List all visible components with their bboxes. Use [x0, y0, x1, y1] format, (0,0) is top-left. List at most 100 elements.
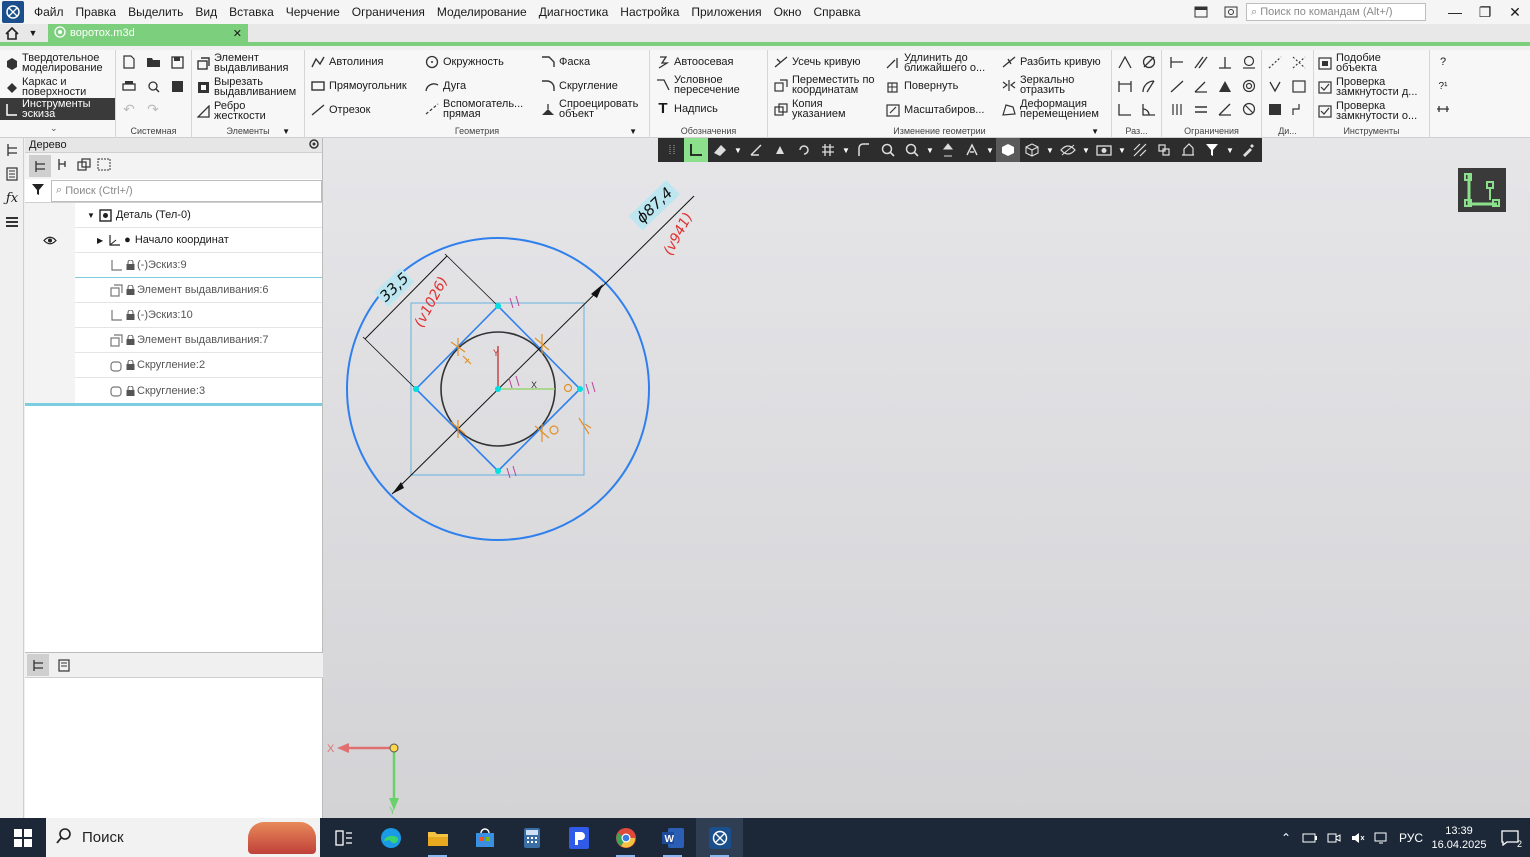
- task-view-icon[interactable]: [320, 818, 367, 857]
- vertex-point[interactable]: [495, 468, 501, 474]
- variable-icon[interactable]: [1266, 77, 1284, 95]
- tree-row-origin[interactable]: ▶ ● Начало координат: [25, 227, 322, 253]
- angle-constraint-icon[interactable]: [1192, 77, 1210, 95]
- deform-button[interactable]: Деформация перемещением: [1002, 99, 1108, 120]
- menu-window[interactable]: Окно: [768, 0, 808, 24]
- save-as-icon[interactable]: [168, 77, 186, 95]
- cut-extrude-button[interactable]: Вырезать выдавливанием: [196, 77, 300, 98]
- measure-icon[interactable]: [1434, 100, 1452, 118]
- tree-row-sketch9[interactable]: (-)Эскиз:9: [25, 252, 322, 278]
- diameter-dim-label[interactable]: ϕ87,4: [628, 180, 680, 231]
- menu-select[interactable]: Выделить: [122, 0, 189, 24]
- tree-row-sketch10[interactable]: (-)Эскиз:10: [25, 302, 322, 328]
- parallel-icon[interactable]: [1192, 53, 1210, 71]
- menu-insert[interactable]: Вставка: [223, 0, 280, 24]
- 3d-viewport[interactable]: ▼ ▼ ▼ ▼ ▼ ▼ ▼ ▼ Y X ϕ87,4 (v941) 33,5 (v…: [323, 138, 1530, 818]
- edge-browser-icon[interactable]: [367, 818, 414, 857]
- mode-sketch-tools-button[interactable]: Инструменты эскиза: [0, 98, 115, 120]
- file-explorer-icon[interactable]: [414, 818, 461, 857]
- app-logo-icon[interactable]: [2, 1, 24, 23]
- group-dropdown-icon[interactable]: ▼: [1091, 127, 1099, 136]
- rib-button[interactable]: Ребро жесткости: [196, 101, 274, 122]
- auto-axis-button[interactable]: Автоосевая: [656, 55, 734, 69]
- undo-icon[interactable]: ↶: [120, 100, 138, 118]
- menu-diagnostics[interactable]: Диагностика: [533, 0, 615, 24]
- notifications-icon[interactable]: 2: [1490, 818, 1530, 857]
- new-document-icon[interactable]: [120, 53, 138, 71]
- vertex-point[interactable]: [495, 303, 501, 309]
- tab-document[interactable]: воротох.m3d ✕: [48, 24, 248, 42]
- command-search-input[interactable]: ⌕ Поиск по командам (Alt+/): [1246, 3, 1426, 21]
- tree-row-extrude6[interactable]: Элемент выдавливания:6: [25, 277, 322, 303]
- save-icon[interactable]: [168, 53, 186, 71]
- angle2-dim-icon[interactable]: [1140, 100, 1158, 118]
- parametric-icon[interactable]: [1266, 53, 1284, 71]
- fillet-button[interactable]: Скругление: [541, 79, 618, 93]
- tree-tab-icon[interactable]: [27, 654, 49, 676]
- vertex-point[interactable]: [577, 386, 583, 392]
- tree-components-icon[interactable]: [77, 158, 91, 174]
- help-icon[interactable]: ?: [1434, 53, 1452, 71]
- group-dropdown-icon[interactable]: ▼: [282, 127, 290, 136]
- calculator-icon[interactable]: [508, 818, 555, 857]
- maximize-button[interactable]: ❐: [1470, 0, 1500, 24]
- pdf-app-icon[interactable]: [555, 818, 602, 857]
- tree-row-fillet2[interactable]: Скругление:2: [25, 352, 322, 378]
- redo-icon[interactable]: ↷: [144, 100, 162, 118]
- menu-edit[interactable]: Правка: [70, 0, 123, 24]
- gear-icon[interactable]: [308, 138, 320, 153]
- query-icon[interactable]: ?¹: [1434, 77, 1452, 95]
- autoline-button[interactable]: Автолиния: [311, 55, 383, 69]
- split-curve-button[interactable]: Разбить кривую: [1002, 55, 1101, 69]
- diameter-dim-icon[interactable]: [1140, 53, 1158, 71]
- menu-help[interactable]: Справка: [807, 0, 866, 24]
- mode-solid-button[interactable]: Твердотельное моделирование: [4, 53, 110, 74]
- tree-structure-icon[interactable]: [29, 155, 51, 177]
- concentric-icon[interactable]: [1240, 77, 1258, 95]
- clock[interactable]: 13:39 16.04.2025: [1428, 824, 1490, 852]
- menu-drafting[interactable]: Черчение: [280, 0, 346, 24]
- layers-panel-icon[interactable]: [0, 210, 24, 234]
- expand-arrow-icon[interactable]: ▶: [97, 236, 103, 245]
- var-table-icon[interactable]: [1290, 77, 1308, 95]
- tree-panel-icon[interactable]: [0, 138, 24, 162]
- tree-filter-view-icon[interactable]: [97, 158, 111, 174]
- arc-button[interactable]: Дуга: [425, 79, 466, 93]
- windows-start-icon[interactable]: [0, 818, 46, 857]
- symmetry-icon[interactable]: [1216, 77, 1234, 95]
- battery-icon[interactable]: [1298, 818, 1322, 857]
- rectangle-button[interactable]: Прямоугольник: [311, 79, 407, 93]
- menu-constraints[interactable]: Ограничения: [346, 0, 431, 24]
- tree-row-fillet3[interactable]: Скругление:3: [25, 378, 322, 403]
- properties-panel-icon[interactable]: [0, 162, 24, 186]
- word-icon[interactable]: W: [649, 818, 696, 857]
- linear-dim-icon[interactable]: [1116, 77, 1134, 95]
- minimize-button[interactable]: —: [1440, 0, 1470, 24]
- project-button[interactable]: Спроецировать объект: [541, 99, 645, 120]
- equal-icon[interactable]: [1192, 100, 1210, 118]
- kompas-app-icon[interactable]: [696, 818, 743, 857]
- mirror-button[interactable]: Зеркально отразить: [1002, 75, 1080, 96]
- volume-icon[interactable]: [1346, 818, 1370, 857]
- meet-now-icon[interactable]: [1322, 818, 1346, 857]
- expand-arrow-icon[interactable]: ▼: [87, 211, 95, 220]
- radial-dim-icon[interactable]: [1140, 77, 1158, 95]
- mode-wire-button[interactable]: Каркас и поверхности: [4, 77, 102, 98]
- home-icon[interactable]: [0, 24, 24, 42]
- perpendicular-icon[interactable]: [1216, 53, 1234, 71]
- menu-settings[interactable]: Настройка: [614, 0, 685, 24]
- tree-row-part[interactable]: ▼ Деталь (Тел-0): [25, 202, 322, 228]
- expand-chevron-icon[interactable]: ⌄: [50, 123, 58, 134]
- group-dropdown-icon[interactable]: ▼: [629, 127, 637, 136]
- menu-applications[interactable]: Приложения: [685, 0, 767, 24]
- segment-button[interactable]: Отрезок: [311, 103, 370, 117]
- extrude-button[interactable]: Элемент выдавливания: [196, 53, 294, 74]
- extend-button[interactable]: Удлинить до ближайшего о...: [886, 53, 996, 74]
- language-indicator[interactable]: РУС: [1394, 818, 1428, 857]
- auto-dimension-icon[interactable]: [1116, 53, 1134, 71]
- chrome-icon[interactable]: [602, 818, 649, 857]
- coincident-icon[interactable]: [1240, 100, 1258, 118]
- chevron-up-icon[interactable]: ⌃: [1274, 818, 1298, 857]
- screenshot-icon[interactable]: [1216, 0, 1246, 24]
- close-button[interactable]: ✕: [1500, 0, 1530, 24]
